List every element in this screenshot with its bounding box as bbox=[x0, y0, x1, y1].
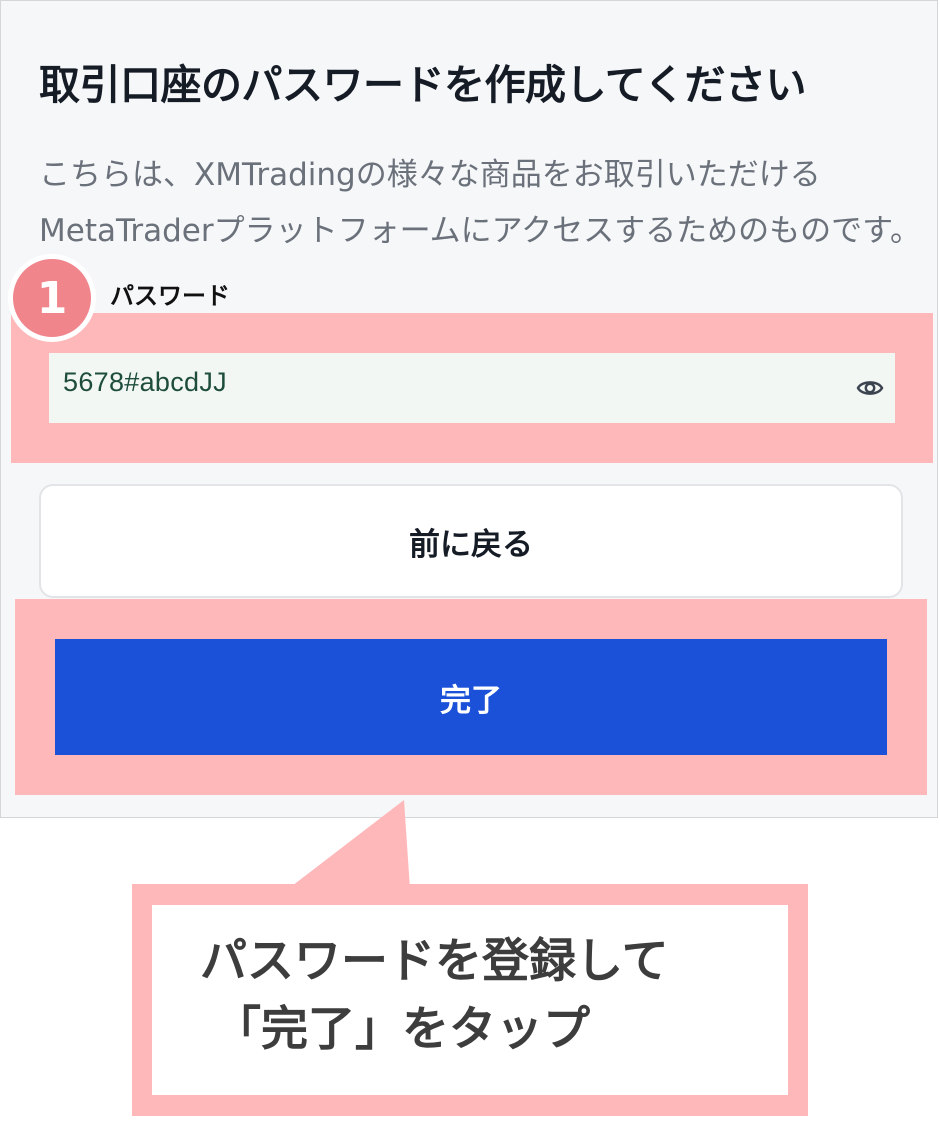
step-number-badge: 1 bbox=[8, 254, 96, 342]
callout-line-2: 「完了」をタップ bbox=[214, 1002, 590, 1057]
callout-text: パスワードを登録して 「完了」をタップ bbox=[200, 928, 669, 1064]
password-label: パスワード bbox=[110, 282, 230, 310]
callout-line-1: パスワードを登録して bbox=[200, 934, 669, 989]
